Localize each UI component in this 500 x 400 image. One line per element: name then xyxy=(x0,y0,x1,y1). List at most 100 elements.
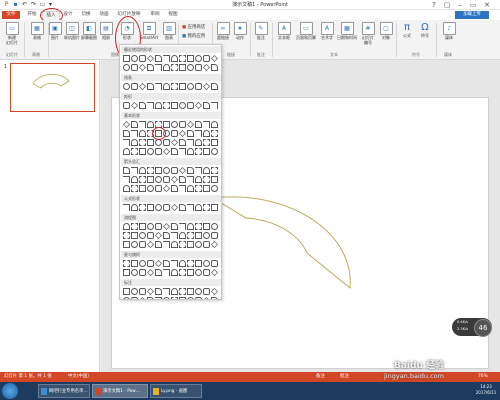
slide-thumbnail[interactable] xyxy=(10,63,95,112)
shape-option[interactable] xyxy=(179,297,186,299)
shape-option[interactable] xyxy=(211,64,218,71)
shape-option[interactable] xyxy=(163,269,170,276)
shape-option[interactable] xyxy=(131,232,138,239)
shape-option[interactable] xyxy=(203,176,210,183)
shape-option[interactable] xyxy=(139,223,146,230)
shape-option[interactable] xyxy=(131,241,138,248)
shape-option[interactable] xyxy=(147,241,154,248)
shape-option[interactable] xyxy=(147,223,154,230)
shape-option[interactable] xyxy=(195,102,202,109)
shape-option[interactable] xyxy=(131,260,138,267)
shape-option[interactable] xyxy=(123,288,130,295)
shape-option[interactable] xyxy=(211,223,218,230)
taskbar-item-powerpoint[interactable]: 演示文稿1 - Pow… xyxy=(92,384,148,398)
shape-option[interactable] xyxy=(139,55,146,62)
shape-option[interactable] xyxy=(211,204,218,211)
taskbar-item-browser[interactable]: 网吧行业专用名单… xyxy=(38,384,90,398)
shape-option[interactable] xyxy=(147,288,154,295)
shape-option[interactable] xyxy=(195,64,202,71)
shape-option[interactable] xyxy=(203,64,210,71)
shape-option[interactable] xyxy=(195,83,202,90)
shape-option[interactable] xyxy=(139,64,146,71)
shape-option[interactable] xyxy=(195,241,202,248)
shape-option[interactable] xyxy=(187,297,194,299)
shape-option[interactable] xyxy=(147,121,154,128)
shape-option[interactable] xyxy=(155,204,162,211)
shape-option[interactable] xyxy=(155,64,162,71)
shape-option[interactable] xyxy=(171,297,178,299)
shape-option[interactable] xyxy=(139,121,146,128)
shape-option[interactable] xyxy=(211,102,218,109)
shape-option[interactable] xyxy=(163,241,170,248)
shape-option[interactable] xyxy=(155,297,162,299)
shape-option[interactable] xyxy=(211,130,218,137)
shape-option[interactable] xyxy=(139,288,146,295)
shape-option[interactable] xyxy=(147,148,154,155)
shape-option[interactable] xyxy=(179,288,186,295)
shape-option[interactable] xyxy=(131,102,138,109)
shape-option[interactable] xyxy=(203,204,210,211)
shape-option[interactable] xyxy=(187,241,194,248)
screenshot-button[interactable]: ◧ 屏幕截图 xyxy=(80,22,98,40)
smartart-button[interactable]: ⧉ SmartArt xyxy=(138,22,160,40)
action-button[interactable]: ★ 动作 xyxy=(232,22,248,40)
shape-option[interactable] xyxy=(171,223,178,230)
shape-option[interactable] xyxy=(123,167,130,174)
shape-option[interactable] xyxy=(179,167,186,174)
shape-option[interactable] xyxy=(155,139,162,146)
shape-option[interactable] xyxy=(195,176,202,183)
shape-option[interactable] xyxy=(171,130,178,137)
chart-button[interactable]: ▥ 图表 xyxy=(160,22,178,40)
shape-option[interactable] xyxy=(211,232,218,239)
object-button[interactable]: ▢ 对象 xyxy=(378,22,394,40)
shape-option[interactable] xyxy=(211,139,218,146)
hyperlink-button[interactable]: ∞ 超链接 xyxy=(214,22,232,40)
shape-option[interactable] xyxy=(195,297,202,299)
shape-option[interactable] xyxy=(179,269,186,276)
picture-button[interactable]: ▣ 图片 xyxy=(46,22,64,40)
shape-option[interactable] xyxy=(123,130,130,137)
shape-option[interactable] xyxy=(179,148,186,155)
start-button[interactable] xyxy=(2,383,18,399)
shape-option[interactable] xyxy=(179,130,186,137)
shape-option[interactable] xyxy=(139,232,146,239)
shape-option[interactable] xyxy=(171,269,178,276)
shape-option[interactable] xyxy=(187,260,194,267)
shape-option[interactable] xyxy=(171,241,178,248)
shape-option[interactable] xyxy=(211,288,218,295)
datetime-button[interactable]: ▦ 日期和时间 xyxy=(336,22,358,40)
shape-option[interactable] xyxy=(147,55,154,62)
clock[interactable]: 14:23 2017/6/11 xyxy=(474,384,498,396)
shape-option[interactable] xyxy=(171,83,178,90)
shape-option[interactable] xyxy=(123,223,130,230)
shape-option[interactable] xyxy=(203,223,210,230)
shape-option[interactable] xyxy=(131,185,138,192)
shape-option[interactable] xyxy=(171,139,178,146)
shape-option[interactable] xyxy=(147,204,154,211)
shape-option[interactable] xyxy=(211,185,218,192)
shape-option[interactable] xyxy=(155,102,162,109)
shape-option[interactable] xyxy=(123,260,130,267)
shape-option[interactable] xyxy=(163,55,170,62)
shape-option[interactable] xyxy=(163,288,170,295)
shape-option[interactable] xyxy=(163,139,170,146)
shape-option[interactable] xyxy=(211,83,218,90)
shape-option[interactable] xyxy=(187,269,194,276)
shape-option[interactable] xyxy=(195,121,202,128)
shape-option[interactable] xyxy=(123,121,130,128)
shape-option[interactable] xyxy=(195,130,202,137)
share-button[interactable]: 加载上传 xyxy=(455,11,489,19)
shape-option[interactable] xyxy=(187,185,194,192)
shape-option[interactable] xyxy=(203,139,210,146)
shape-option[interactable] xyxy=(211,260,218,267)
shape-option[interactable] xyxy=(195,55,202,62)
shape-option[interactable] xyxy=(123,269,130,276)
tab-file[interactable]: 文件 xyxy=(2,11,20,19)
customize-icon[interactable]: ▾ xyxy=(47,1,54,8)
media-button[interactable]: ♪ 媒体 xyxy=(440,22,458,40)
shape-option[interactable] xyxy=(163,83,170,90)
shape-option[interactable] xyxy=(123,148,130,155)
shape-option[interactable] xyxy=(131,55,138,62)
shape-option[interactable] xyxy=(203,83,210,90)
language-status[interactable]: 中文(中国) xyxy=(68,372,89,382)
